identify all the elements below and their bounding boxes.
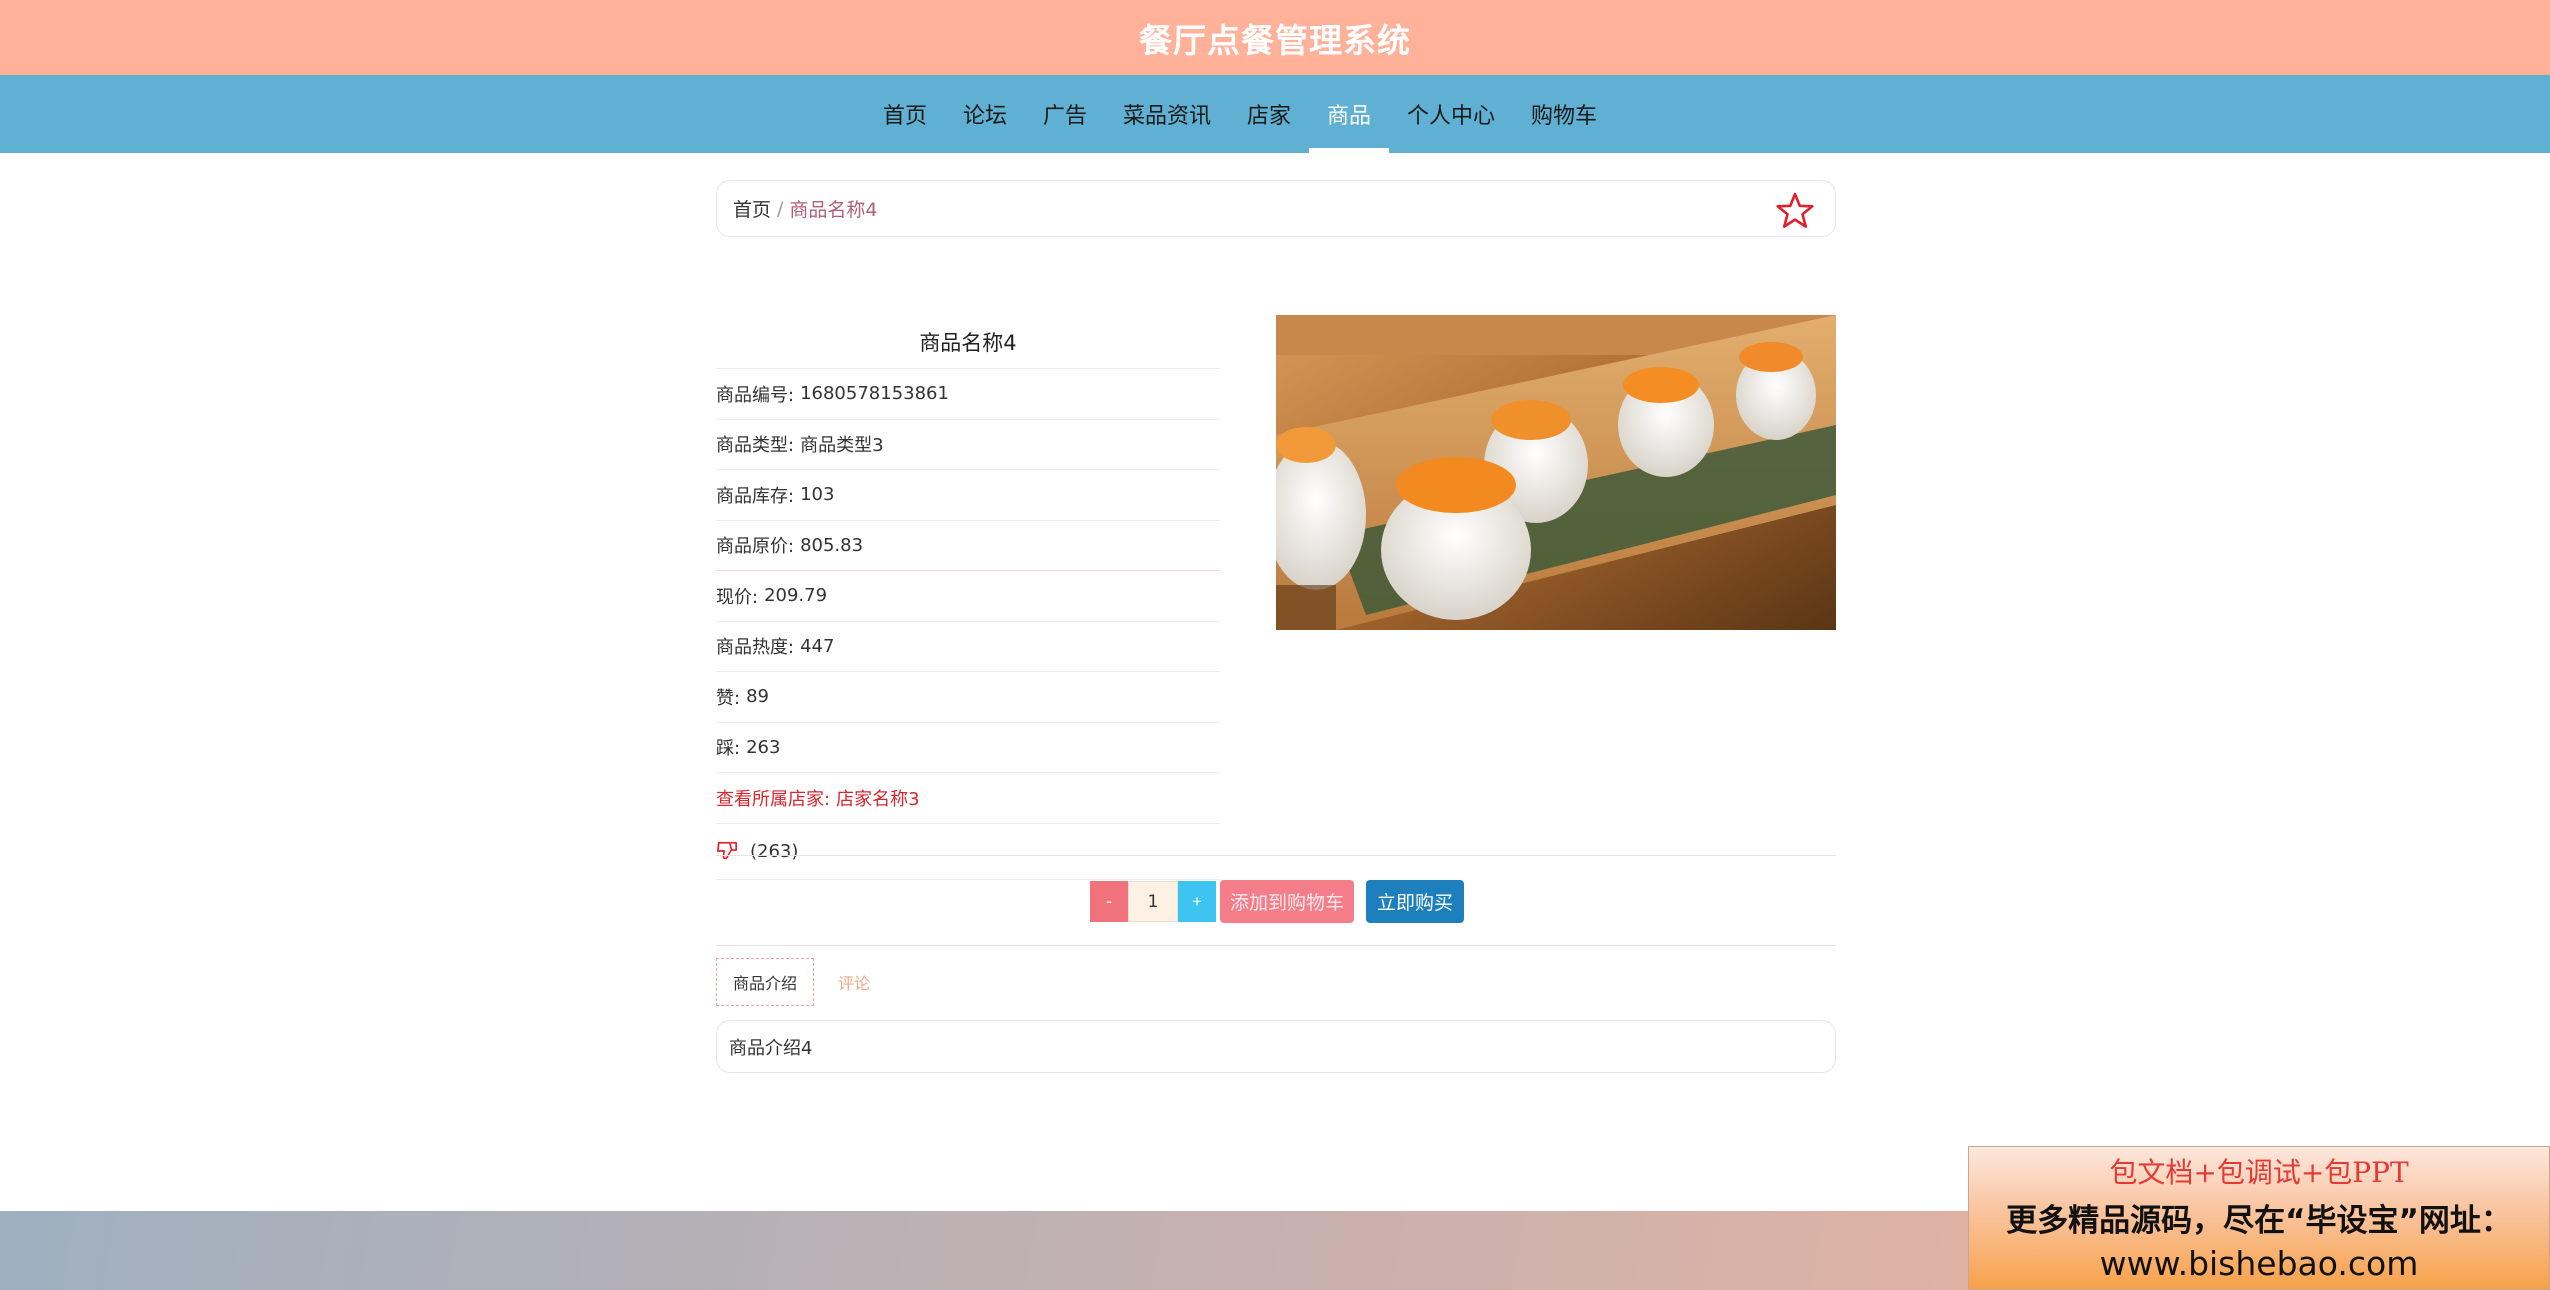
nav-item-ads[interactable]: 广告 xyxy=(1025,75,1105,153)
field-stock: 商品库存: 103 xyxy=(716,470,1220,521)
field-product-code: 商品编号: 1680578153861 xyxy=(716,369,1220,420)
field-label: 商品编号: xyxy=(716,384,795,406)
quantity-increase-button[interactable]: + xyxy=(1178,881,1216,922)
field-value: 805.83 xyxy=(800,534,864,556)
section-divider xyxy=(716,945,1836,946)
nav-item-products[interactable]: 商品 xyxy=(1309,75,1390,153)
product-description: 商品介绍4 xyxy=(716,1020,1836,1073)
tab-product-intro[interactable]: 商品介绍 xyxy=(716,958,814,1006)
field-value: 89 xyxy=(746,686,769,708)
nav-item-forum[interactable]: 论坛 xyxy=(945,75,1025,153)
nav-item-cart[interactable]: 购物车 xyxy=(1513,75,1615,153)
nav-item-dish-news[interactable]: 菜品资讯 xyxy=(1105,75,1229,153)
nav-item-shops[interactable]: 店家 xyxy=(1229,75,1309,153)
app-title: 餐厅点餐管理系统 xyxy=(1139,20,1411,60)
favorite-star-icon[interactable] xyxy=(1775,191,1815,231)
field-label: 商品库存: xyxy=(716,485,795,507)
quantity-decrease-button[interactable]: - xyxy=(1090,881,1128,922)
nav-item-personal-center[interactable]: 个人中心 xyxy=(1389,75,1513,153)
field-value: 商品类型3 xyxy=(800,435,884,457)
promo-banner[interactable]: 包文档+包调试+包PPT 更多精品源码，尽在“毕设宝”网址： www.bishe… xyxy=(1968,1146,2550,1290)
purchase-controls: - + 添加到购物车 立即购买 xyxy=(1090,880,1465,923)
product-detail-row: 商品名称4 商品编号: 1680578153861 商品类型: 商品类型3 商品… xyxy=(716,237,1836,880)
field-current-price: 现价: 209.79 xyxy=(716,571,1220,622)
field-label: 赞: xyxy=(716,687,741,709)
tab-comments[interactable]: 评论 xyxy=(822,958,886,1006)
section-divider xyxy=(716,855,1836,856)
dislike-row: (263) xyxy=(716,824,1220,880)
field-original-price: 商品原价: 805.83 xyxy=(716,521,1220,571)
breadcrumb-separator: / xyxy=(777,197,784,220)
field-popularity: 商品热度: 447 xyxy=(716,622,1220,672)
product-detail-container: 首页 / 商品名称4 商品名称4 商品编号: 1680578153861 商品类… xyxy=(716,180,1836,1073)
add-to-cart-button[interactable]: 添加到购物车 xyxy=(1220,880,1355,923)
sushi-photo-icon xyxy=(1276,315,1836,630)
product-name: 商品名称4 xyxy=(716,315,1220,369)
field-value: 1680578153861 xyxy=(800,383,949,405)
field-value: 447 xyxy=(800,635,835,657)
view-shop-link[interactable]: 查看所属店家: 店家名称3 xyxy=(716,773,1220,824)
field-label: 现价: xyxy=(716,586,759,608)
main-nav: 首页 论坛 广告 菜品资讯 店家 商品 个人中心 购物车 xyxy=(0,75,2550,153)
field-label: 踩: xyxy=(716,738,741,760)
buy-now-button[interactable]: 立即购买 xyxy=(1366,880,1465,923)
field-value: 103 xyxy=(800,484,835,506)
app-title-bar: 餐厅点餐管理系统 xyxy=(0,0,2550,75)
quantity-input[interactable] xyxy=(1128,881,1178,922)
promo-line-3: www.bishebao.com xyxy=(2099,1244,2419,1283)
dislike-count: (263) xyxy=(750,840,799,862)
field-label: 商品原价: xyxy=(716,536,795,558)
field-label: 商品热度: xyxy=(716,637,795,659)
product-info: 商品名称4 商品编号: 1680578153861 商品类型: 商品类型3 商品… xyxy=(716,315,1220,880)
field-dislikes: 踩: 263 xyxy=(716,723,1220,773)
field-product-type: 商品类型: 商品类型3 xyxy=(716,420,1220,470)
breadcrumb-home[interactable]: 首页 xyxy=(733,195,771,222)
product-image xyxy=(1276,315,1836,630)
breadcrumb: 首页 / 商品名称4 xyxy=(716,180,1836,237)
field-value: 263 xyxy=(746,736,781,758)
shop-link-value: 店家名称3 xyxy=(836,788,920,810)
field-value: 209.79 xyxy=(764,585,828,607)
breadcrumb-current: 商品名称4 xyxy=(789,199,878,221)
promo-line-1: 包文档+包调试+包PPT xyxy=(2109,1156,2409,1189)
shop-link-label: 查看所属店家: xyxy=(716,788,831,810)
field-likes: 赞: 89 xyxy=(716,672,1220,723)
nav-item-home[interactable]: 首页 xyxy=(865,75,945,153)
detail-tabs: 商品介绍 评论 xyxy=(716,958,886,1006)
thumbs-down-icon[interactable] xyxy=(716,840,738,862)
promo-line-2: 更多精品源码，尽在“毕设宝”网址： xyxy=(2006,1203,2512,1239)
field-label: 商品类型: xyxy=(716,435,795,457)
